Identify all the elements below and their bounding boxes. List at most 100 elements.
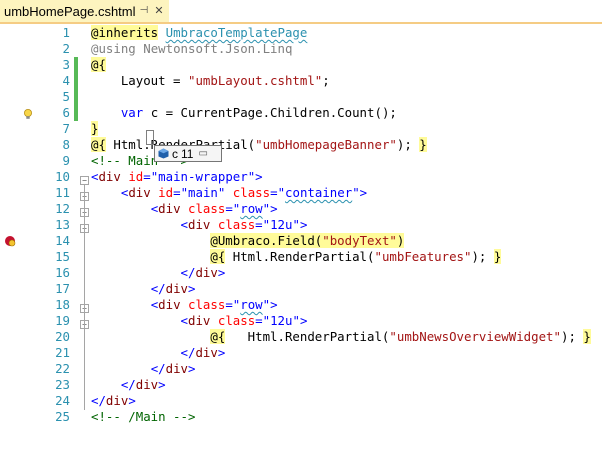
code-text: @{ Html.RenderPartial("umbHomepageBanner… (91, 137, 427, 153)
line-number: 15 (55, 249, 70, 264)
code-token: @using (91, 41, 136, 56)
code-token: </ (150, 281, 166, 296)
code-token: > (359, 185, 368, 200)
code-line[interactable]: 20 @{ Html.RenderPartial("umbNewsOvervie… (0, 329, 602, 345)
line-number: 11 (55, 185, 70, 200)
code-token: = (225, 297, 233, 312)
code-text: </div> (91, 361, 196, 377)
code-token: class (188, 297, 226, 312)
code-line[interactable]: 17 </div> (0, 281, 602, 297)
code-line[interactable]: 23 </div> (0, 377, 602, 393)
close-icon[interactable]: ✕ (153, 4, 165, 17)
code-token: div (158, 297, 181, 312)
code-line[interactable]: 16 </div> (0, 265, 602, 281)
document-tab[interactable]: umbHomePage.cshtml ⊣ ✕ (0, 0, 169, 22)
code-line[interactable]: 9 <!-- Main --> (0, 153, 602, 169)
code-token: Newtonsoft.Json.Linq (143, 41, 293, 56)
code-token: ); (396, 137, 420, 152)
line-number: 21 (55, 345, 70, 360)
code-token: @inherits (91, 25, 159, 40)
code-token: class (232, 185, 271, 200)
code-token: } (91, 121, 99, 136)
code-token: div (105, 393, 129, 408)
code-text: <!-- /Main --> (91, 409, 195, 425)
code-token: div (158, 201, 181, 216)
code-line[interactable]: 19 <div class="12u"> (0, 313, 602, 329)
pin-datatip-icon[interactable]: ▭ (198, 148, 207, 159)
code-token: > (299, 217, 308, 232)
code-line[interactable]: 10 <div id="main-wrapper"> (0, 169, 602, 185)
data-tip-value: 11 (181, 146, 194, 161)
code-line[interactable]: 3 @{ (0, 57, 602, 73)
code-line[interactable]: 5 (0, 89, 602, 105)
code-token: div (195, 345, 218, 360)
data-tip[interactable]: c 11 ▭ (154, 145, 222, 162)
code-token: <!-- /Main --> (91, 409, 196, 424)
code-line[interactable]: 13 <div class="12u"> (0, 217, 602, 233)
code-text: <div class="row"> (91, 297, 278, 313)
change-marker (74, 57, 78, 73)
code-line[interactable]: 25 <!-- /Main --> (0, 409, 602, 425)
line-number: 16 (55, 265, 70, 280)
code-text: <div id="main" class="container"> (91, 185, 367, 201)
code-text: <div id="main-wrapper"> (91, 169, 263, 185)
pin-icon[interactable]: ⊣ (138, 4, 150, 16)
code-line[interactable]: 22 </div> (0, 361, 602, 377)
code-text: </div> (91, 393, 136, 409)
code-token: </ (180, 345, 196, 360)
code-text: } (91, 121, 99, 137)
code-line[interactable]: 24 </div> (0, 393, 602, 409)
code-line[interactable]: 12 <div class="row"> (0, 201, 602, 217)
line-number: 8 (62, 137, 70, 152)
code-line[interactable]: 4 Layout = "umbLayout.cshtml"; (0, 73, 602, 89)
line-number: 14 (55, 233, 70, 248)
code-editor[interactable]: 1 @inherits UmbracoTemplatePage 2 @using Ne… (0, 24, 602, 467)
code-token: @{ (91, 137, 106, 152)
code-token: div (188, 217, 211, 232)
code-line[interactable]: 1 @inherits UmbracoTemplatePage (0, 25, 602, 41)
tab-filename: umbHomePage.cshtml (4, 3, 136, 19)
code-line[interactable]: 7} (0, 121, 602, 137)
change-marker (74, 89, 78, 105)
line-number: 17 (55, 281, 70, 296)
code-line[interactable]: 2 @using Newtonsoft.Json.Linq (0, 41, 602, 57)
code-line[interactable]: 21 </div> (0, 345, 602, 361)
code-text: var c = CurrentPage.Children.Count(); (91, 105, 397, 121)
code-line[interactable]: 14 @Umbraco.Field("bodyText") (0, 233, 602, 249)
code-token: "main" (180, 185, 226, 200)
line-number: 12 (55, 201, 70, 216)
code-line[interactable]: 8 @{ Html.RenderPartial("umbHomepageBanne… (0, 137, 602, 153)
code-token: "umbNewsOverviewWidget" (389, 329, 561, 344)
code-token: @{ (210, 249, 226, 264)
code-token: > (270, 201, 278, 216)
code-line[interactable]: 6 var c = CurrentPage.Children.Count(); (0, 105, 602, 121)
line-number: 3 (62, 57, 70, 72)
code-token: > (255, 169, 263, 184)
code-text: @{ Html.RenderPartial("umbNewsOverviewWi… (91, 329, 591, 345)
code-token: row (240, 297, 263, 312)
code-line[interactable]: 18 <div class="row"> (0, 297, 602, 313)
code-token: class (217, 217, 256, 232)
line-number: 1 (62, 25, 70, 40)
code-token: id (158, 185, 174, 200)
code-line[interactable]: 11 <div id="main" class="container"> (0, 185, 602, 201)
code-line[interactable]: 15 @{ Html.RenderPartial("umbFeatures");… (0, 249, 602, 265)
code-token: div (195, 265, 218, 280)
line-number: 2 (62, 41, 70, 56)
collapse-toggle-10[interactable]: − (80, 176, 89, 185)
line-number: 5 (62, 89, 70, 104)
code-token: @Umbraco (210, 233, 271, 248)
code-token: id (128, 169, 144, 184)
code-token: ) (396, 233, 405, 248)
code-text: @Umbraco.Field("bodyText") (91, 233, 405, 249)
code-token: @{ (91, 57, 106, 72)
code-token: " (352, 185, 360, 200)
